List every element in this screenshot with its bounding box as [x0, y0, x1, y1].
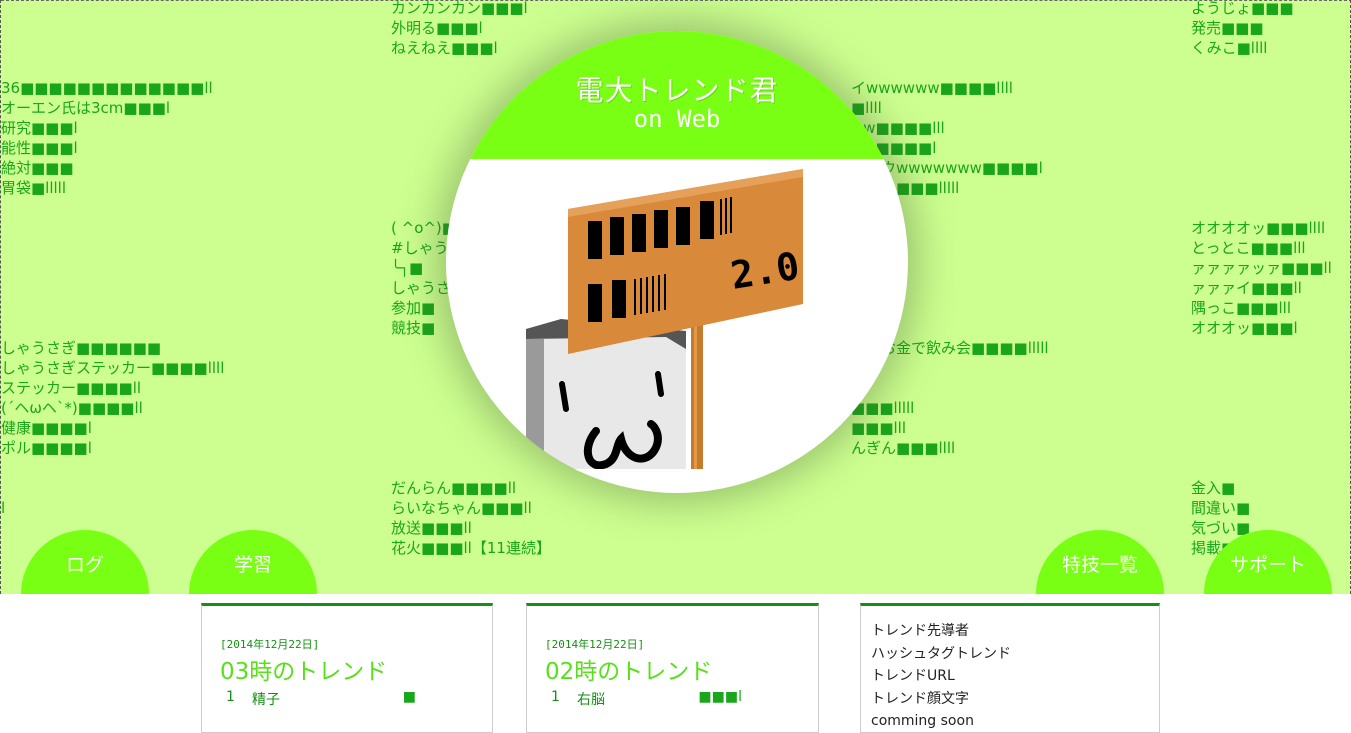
nav-log-label: ログ [65, 554, 104, 576]
top-divider [1, 0, 1350, 1]
card-title[interactable]: 03時のトレンド [220, 652, 387, 686]
trend-line: (´ヘωヘ`*)■■■■ll [1, 399, 143, 417]
trend-column-d: ようじょ■■■ 発売■■■ くみこ■llll オオオオッ■■■llll とっとこ■■■l… [1191, 0, 1332, 558]
trend-line [1, 478, 224, 498]
trend-line [1191, 378, 1332, 398]
trend-line: ァァァァッァ■■■ll [1191, 259, 1332, 277]
trend-line [1, 278, 224, 298]
trend-line [851, 378, 1049, 398]
trend-line: カンカンカン■■■l [391, 0, 528, 17]
trend-line [1, 238, 224, 258]
trend-line: オオオオッ■■■llll [1191, 219, 1326, 237]
trend-line: ようじょ■■■ [1191, 0, 1294, 17]
trend-card[interactable]: [2014年12月22日] 03時のトレンド 1 精子 ■ [201, 603, 493, 733]
card-title[interactable]: 02時のトレンド [545, 652, 712, 686]
card-date: [2014年12月22日] [545, 638, 645, 651]
nav-study-label: 学習 [233, 554, 272, 576]
trend-card[interactable]: [2014年12月22日] 02時のトレンド 1 右脳 ■■■l [526, 603, 819, 733]
trend-line [1191, 358, 1332, 378]
trend-line [1191, 58, 1332, 78]
logo-circle: 電大トレンド君 on Web 2.0 [446, 31, 908, 493]
trend-line: しゃうさぎ■■■■■■ [1, 339, 162, 357]
nav-skills-label: 特技一覧 [1061, 554, 1138, 576]
trend-line: とっとこ■■■lll [1191, 239, 1306, 257]
menu-item-trend-leaders[interactable]: トレンド先導者 [871, 620, 1011, 643]
trend-line: 36■■■■■■■■■■■■■ll [1, 79, 213, 97]
trend-word[interactable]: 精子 [252, 689, 280, 709]
trend-rank: 1 [551, 689, 560, 705]
trend-line [1191, 458, 1332, 478]
trend-column-a: 36■■■■■■■■■■■■■ll オーエン氏は3cm■■■l 研究■■■l 能性■■… [1, 78, 224, 518]
site-subtitle: on Web [633, 105, 721, 133]
menu-list: トレンド先導者 ハッシュタグトレンド トレンドURL トレンド顔文字 commi… [871, 620, 1011, 733]
trend-line: 研究■■■l [1, 119, 78, 137]
trend-line: 胃袋■lllll [1, 179, 67, 197]
mascot-illustration: 2.0 [526, 169, 803, 469]
menu-card: トレンド先導者 ハッシュタグトレンド トレンドURL トレンド顔文字 commi… [860, 603, 1160, 733]
trend-line: l [1, 499, 6, 517]
trend-line: 能性■■■l [1, 139, 78, 157]
trend-line: だんらん■■■■ll [391, 479, 517, 497]
menu-item-coming-soon[interactable]: comming soon [871, 710, 1011, 733]
trend-line [1191, 178, 1332, 198]
trend-line [1191, 398, 1332, 418]
trend-rank: 1 [226, 689, 235, 705]
trend-line [1, 198, 224, 218]
trend-line: ■■■lllll [851, 399, 915, 417]
trend-line [1191, 98, 1332, 118]
trend-line: らいなちゃん■■■ll [391, 499, 532, 517]
trend-line: オーエン氏は3cm■■■l [1, 99, 171, 117]
trend-word[interactable]: 右脳 [577, 689, 605, 709]
trend-line: オオオッ■■■l [1191, 319, 1298, 337]
card-date: [2014年12月22日] [220, 638, 320, 651]
nav-support-label: サポート [1229, 554, 1306, 576]
trend-line [1, 258, 224, 278]
trend-line: 健康■■■■l [1, 419, 92, 437]
trend-line [1, 298, 224, 318]
trend-line: 花火■■■ll【11連続】 [391, 539, 551, 557]
trend-line: 発売■■■ [1191, 19, 1264, 37]
trend-line [1, 218, 224, 238]
menu-item-hashtag-trend[interactable]: ハッシュタグトレンド [871, 643, 1011, 666]
site-title: 電大トレンド君 [575, 74, 779, 107]
trend-line [1191, 198, 1332, 218]
trend-line: くみこ■llll [1191, 39, 1268, 57]
trend-line: 金入■ [1191, 479, 1236, 497]
trend-line [1191, 158, 1332, 178]
menu-item-trend-url[interactable]: トレンドURL [871, 665, 1011, 688]
trend-line [1191, 418, 1332, 438]
trend-line [1191, 138, 1332, 158]
trend-line: ァァァイ■■■ll [1191, 279, 1302, 297]
trend-line: 間違い■ [1191, 499, 1251, 517]
trend-score: ■ [402, 689, 416, 705]
trend-line: 隅っこ■■■lll [1191, 299, 1292, 317]
trend-line [1191, 338, 1332, 358]
trend-line: ポル■■■■l [1, 439, 92, 457]
trend-score: ■■■l [698, 689, 742, 705]
trend-line: しゃうさぎステッカー■■■■llll [1, 359, 225, 377]
trend-line: 放送■■■ll [391, 519, 472, 537]
menu-item-trend-emoticon[interactable]: トレンド顔文字 [871, 688, 1011, 711]
trend-line [1, 458, 224, 478]
trend-line: ステッカー■■■■ll [1, 379, 142, 397]
trend-line [1, 318, 224, 338]
trend-line [1191, 118, 1332, 138]
trend-line: ■■■lll [851, 419, 907, 437]
trend-line: んぎん■■■llll [851, 439, 956, 457]
trend-line [1191, 78, 1332, 98]
trend-line: 絶対■■■ [1, 159, 74, 177]
trend-line [1191, 438, 1332, 458]
